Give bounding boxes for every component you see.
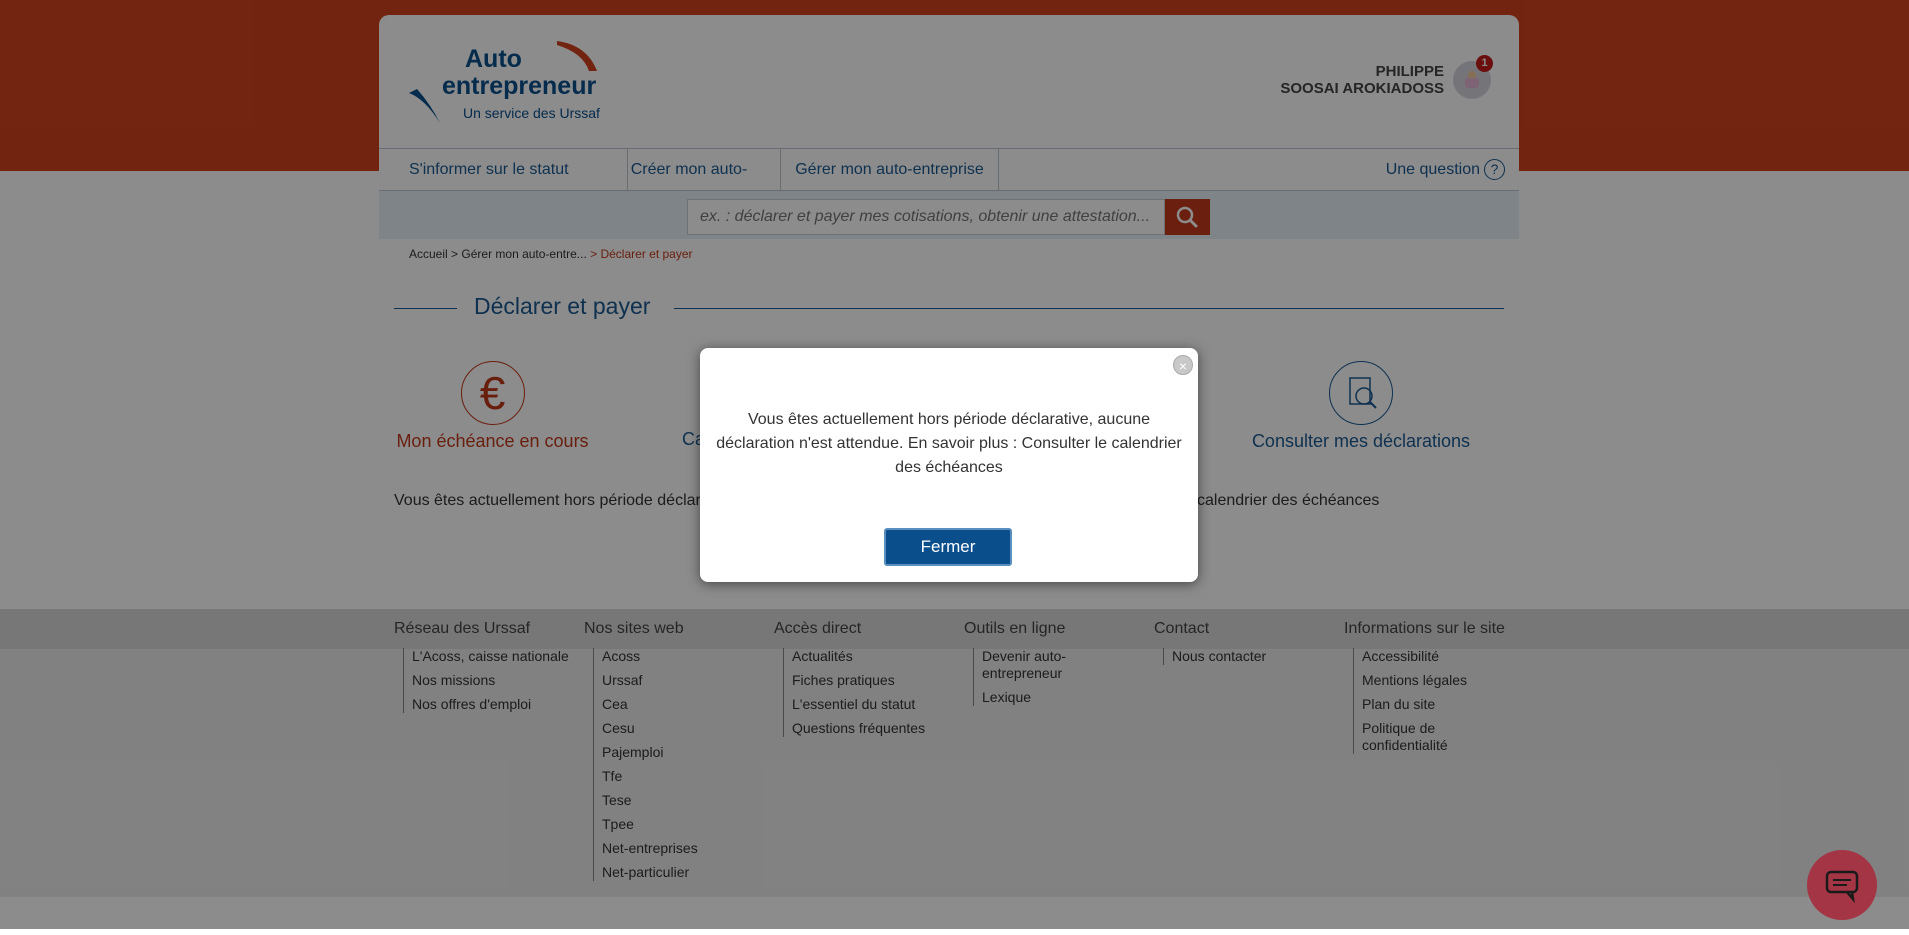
- chat-icon: [1825, 870, 1859, 904]
- modal-message: Vous êtes actuellement hors période décl…: [716, 411, 1182, 476]
- close-button[interactable]: Fermer: [884, 528, 1012, 566]
- chat-button[interactable]: [1807, 850, 1877, 920]
- info-modal: × Vous êtes actuellement hors période dé…: [700, 348, 1198, 582]
- close-icon[interactable]: ×: [1173, 355, 1193, 375]
